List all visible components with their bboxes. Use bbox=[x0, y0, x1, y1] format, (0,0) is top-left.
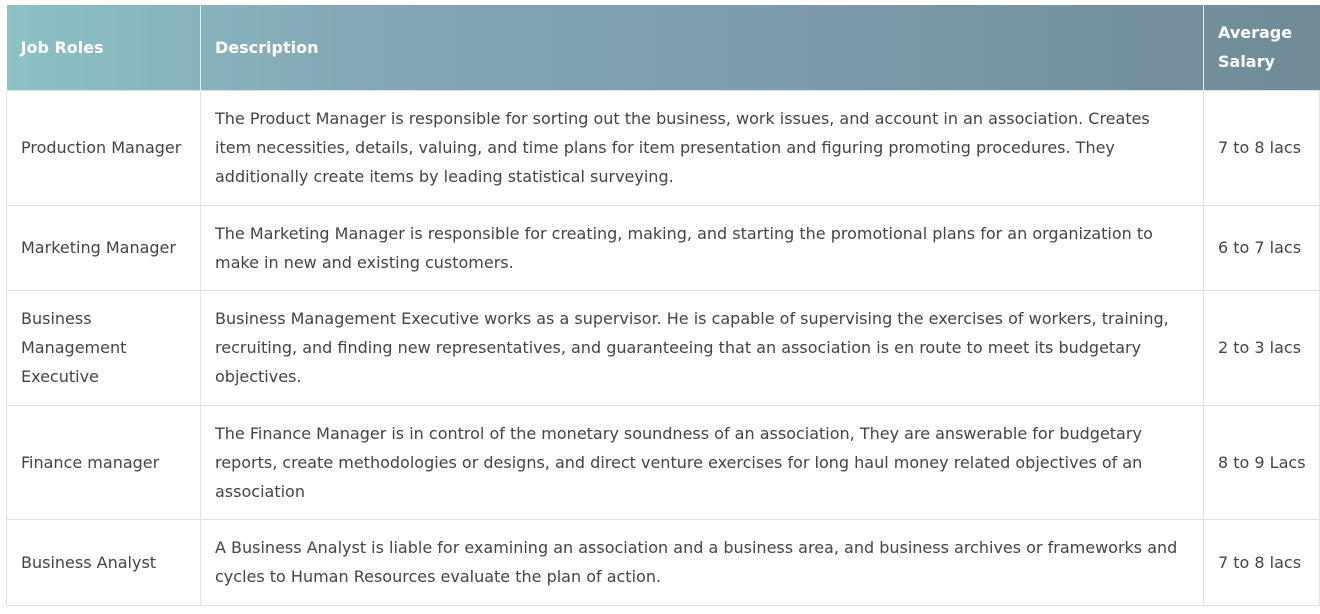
job-role-cell: Business Analyst bbox=[6, 518, 201, 606]
header-average-salary: Average Salary bbox=[1218, 23, 1293, 72]
header-job-roles: Job Roles bbox=[6, 5, 201, 90]
job-role-cell: Production Manager bbox=[6, 89, 201, 206]
header-row: Job Roles Description Average Salary bbox=[6, 5, 1320, 90]
job-role-cell: Finance manager bbox=[6, 404, 201, 520]
salary-cell: 7 to 8 lacs bbox=[1203, 518, 1320, 606]
job-role-cell: Marketing Manager bbox=[6, 204, 201, 291]
description-cell: The Finance Manager is in control of the… bbox=[200, 404, 1204, 520]
table-row: Business Analyst A Business Analyst is l… bbox=[6, 518, 1320, 606]
job-roles-table-container: Job Roles Description Average Salary Pro… bbox=[6, 5, 1320, 606]
table-row: Business Management Executive Business M… bbox=[6, 289, 1320, 406]
salary-cell: 7 to 8 lacs bbox=[1203, 89, 1320, 206]
description-cell: The Product Manager is responsible for s… bbox=[200, 89, 1204, 206]
description-cell: A Business Analyst is liable for examini… bbox=[200, 518, 1204, 606]
job-roles-table: Job Roles Description Average Salary Pro… bbox=[6, 5, 1320, 606]
table-header: Job Roles Description Average Salary bbox=[6, 5, 1320, 90]
table-row: Finance manager The Finance Manager is i… bbox=[6, 404, 1320, 520]
description-cell: The Marketing Manager is responsible for… bbox=[200, 204, 1204, 291]
table-row: Production Manager The Product Manager i… bbox=[6, 89, 1320, 206]
salary-cell: 6 to 7 lacs bbox=[1203, 204, 1320, 291]
description-cell: Business Management Executive works as a… bbox=[200, 289, 1204, 406]
table-body: Production Manager The Product Manager i… bbox=[6, 89, 1320, 606]
salary-cell: 8 to 9 Lacs bbox=[1203, 404, 1320, 520]
table-row: Marketing Manager The Marketing Manager … bbox=[6, 204, 1320, 291]
job-role-cell: Business Management Executive bbox=[6, 289, 201, 406]
salary-cell: 2 to 3 lacs bbox=[1203, 289, 1320, 406]
header-description: Description bbox=[200, 5, 1204, 90]
